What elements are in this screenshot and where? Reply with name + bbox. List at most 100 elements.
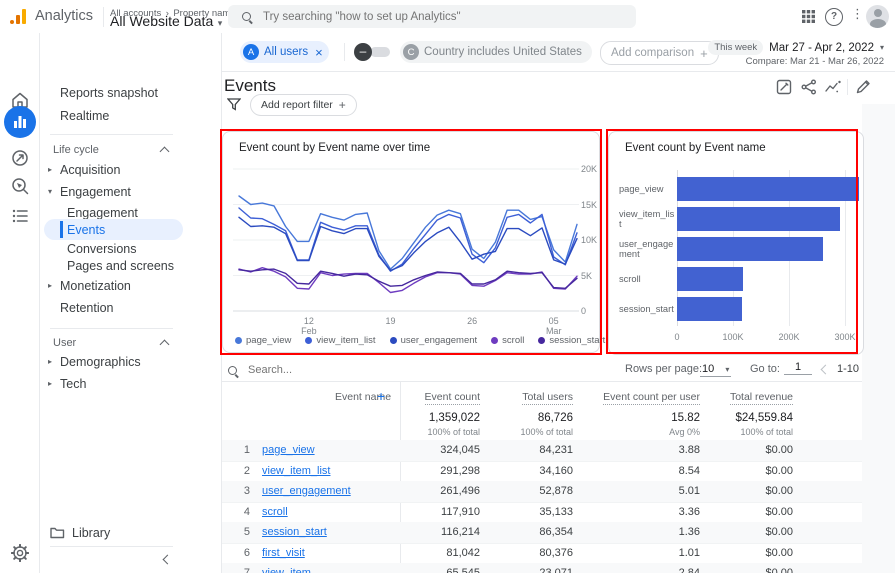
- rail-item-reports[interactable]: [4, 106, 36, 138]
- exclude-toggle[interactable]: –: [354, 43, 392, 61]
- sidebar-item-demographics[interactable]: Demographics ▸: [48, 351, 180, 373]
- legend-item-session_start[interactable]: session_start: [538, 335, 605, 346]
- event-name-link[interactable]: view_item: [262, 567, 311, 573]
- more-vertical-icon[interactable]: ⋮: [851, 6, 864, 22]
- date-range-picker[interactable]: This week Mar 27 - Apr 2, 2022 ▾: [708, 40, 884, 55]
- rail-item-configure[interactable]: [4, 200, 36, 232]
- bar-category-label: page_view: [619, 183, 664, 194]
- sidebar-item-retention[interactable]: Retention: [60, 297, 180, 319]
- table-row[interactable]: 5 session_start 116,214 86,354 1.36 $0.00: [222, 522, 862, 544]
- admin-gear-icon[interactable]: [11, 544, 29, 562]
- table-search-input[interactable]: [246, 363, 370, 377]
- rows-per-page-caret-icon: ▾: [725, 365, 730, 374]
- sidebar-item-acquisition[interactable]: Acquisition ▸: [48, 159, 180, 181]
- reports-icon: [14, 116, 26, 128]
- prev-page-icon[interactable]: [820, 364, 831, 375]
- bar-scroll[interactable]: [677, 267, 743, 291]
- property-name: All Website Data: [110, 13, 214, 29]
- chevron-right-icon[interactable]: ▸: [48, 159, 52, 181]
- apps-grid-icon[interactable]: [801, 9, 816, 24]
- x-axis-label: 26: [467, 316, 478, 326]
- legend-item-page_view[interactable]: page_view: [235, 335, 291, 346]
- remove-comparison-icon[interactable]: ×: [315, 45, 323, 60]
- line-chart-plot[interactable]: [233, 168, 579, 313]
- add-comparison-button[interactable]: Add comparison +: [600, 41, 719, 65]
- all-users-chip[interactable]: A All users ×: [240, 41, 329, 63]
- table-row[interactable]: 2 view_item_list 291,298 34,160 8.54 $0.00: [222, 461, 862, 482]
- comparison-bar: A All users × – C Country includes Unite…: [222, 33, 895, 71]
- analytics-logo-icon: [10, 9, 28, 24]
- column-header-event-count[interactable]: Event count: [360, 391, 480, 405]
- table-row[interactable]: 7 view_item 65,545 23,071 2.84 $0.00: [222, 563, 862, 573]
- legend-item-scroll[interactable]: scroll: [491, 335, 524, 346]
- table-row[interactable]: 1 page_view 324,045 84,231 3.88 $0.00: [222, 440, 862, 462]
- collapse-section-icon[interactable]: [159, 339, 170, 350]
- legend-dot-icon: [491, 337, 499, 344]
- row-number: 3: [243, 485, 250, 497]
- global-search[interactable]: [228, 5, 636, 28]
- event-name-link[interactable]: scroll: [262, 506, 288, 518]
- share-icon[interactable]: [801, 79, 817, 95]
- rows-per-page-select[interactable]: 10 ▾: [700, 363, 732, 377]
- y-axis-label: 20K: [581, 164, 598, 174]
- sidebar-item-engagement[interactable]: Engagement ▾: [48, 181, 180, 203]
- cell-event_count: 324,045: [440, 444, 480, 456]
- collapse-sidebar-icon[interactable]: [162, 554, 173, 565]
- bar-session_start[interactable]: [677, 297, 743, 321]
- event-name-link[interactable]: view_item_list: [262, 465, 330, 477]
- column-header-total-revenue[interactable]: Total revenue: [663, 391, 793, 405]
- edit-pencil-icon[interactable]: [855, 79, 871, 95]
- event-name-link[interactable]: user_engagement: [262, 485, 351, 497]
- search-input[interactable]: [261, 9, 595, 24]
- chevron-right-icon[interactable]: ▸: [48, 351, 52, 373]
- collapse-section-icon[interactable]: [159, 146, 170, 157]
- totals-sub: 100% of total: [427, 427, 480, 437]
- bar-view_item_list[interactable]: [677, 207, 841, 231]
- sidebar-item-tech[interactable]: Tech ▸: [48, 373, 180, 395]
- section-label: Life cycle: [53, 144, 99, 156]
- avatar[interactable]: [866, 5, 889, 28]
- sidebar-item-library[interactable]: Library: [50, 522, 180, 544]
- selected-item-indicator: [60, 221, 63, 238]
- table-row[interactable]: 3 user_engagement 261,496 52,878 5.01 $0.00: [222, 481, 862, 503]
- event-name-link[interactable]: first_visit: [262, 547, 305, 559]
- customize-report-icon[interactable]: [776, 79, 792, 95]
- bar-category-label: view_item_list: [619, 208, 675, 230]
- rail-divider: [39, 33, 40, 573]
- event-name-link[interactable]: session_start: [262, 526, 327, 538]
- table-search[interactable]: [228, 363, 370, 377]
- library-label: Library: [72, 526, 111, 540]
- sidebar-item-realtime[interactable]: Realtime: [60, 105, 180, 127]
- chevron-right-icon[interactable]: ▸: [48, 275, 52, 297]
- table-row[interactable]: 6 first_visit 81,042 80,376 1.01 $0.00: [222, 543, 862, 564]
- event-name-link[interactable]: page_view: [262, 444, 315, 456]
- help-icon[interactable]: ?: [825, 8, 843, 26]
- x-axis-label: 19: [385, 316, 396, 326]
- insights-icon[interactable]: [825, 79, 842, 95]
- goto-input[interactable]: [784, 360, 812, 375]
- legend-item-view_item_list[interactable]: view_item_list: [305, 335, 376, 346]
- sidebar-item-monetization[interactable]: Monetization ▸: [48, 275, 180, 297]
- series-user_engagement: [238, 216, 578, 272]
- country-filter-chip[interactable]: C Country includes United States: [400, 41, 592, 63]
- property-switcher[interactable]: All Website Data ▾: [110, 13, 222, 31]
- sidebar-item-reports-snapshot[interactable]: Reports snapshot: [60, 82, 180, 104]
- bar-page_view[interactable]: [677, 177, 859, 201]
- date-caret-icon: ▾: [879, 43, 884, 52]
- sidebar-item-pages-and-screens[interactable]: Pages and screens: [67, 255, 180, 277]
- chevron-down-icon[interactable]: ▾: [48, 181, 52, 203]
- add-report-filter-button[interactable]: Add report filter +: [250, 94, 357, 116]
- rows-per-page-label: Rows per page:: [625, 363, 703, 375]
- add-comparison-plus-icon: +: [700, 45, 708, 61]
- chevron-right-icon[interactable]: ▸: [48, 373, 52, 395]
- column-header-total-users[interactable]: Total users: [463, 391, 573, 405]
- table-row[interactable]: 4 scroll 117,910 35,133 3.36 $0.00: [222, 502, 862, 523]
- rail-item-explore[interactable]: [4, 170, 36, 202]
- goto-label: Go to:: [750, 363, 780, 375]
- cell-event_count: 116,214: [441, 526, 480, 538]
- legend-item-user_engagement[interactable]: user_engagement: [389, 335, 477, 346]
- series-scroll: [238, 266, 578, 294]
- sidebar-item-life-cycle[interactable]: Life cycle: [53, 139, 178, 161]
- legend-label: session_start: [549, 335, 606, 346]
- bar-user_engagement[interactable]: [677, 237, 824, 261]
